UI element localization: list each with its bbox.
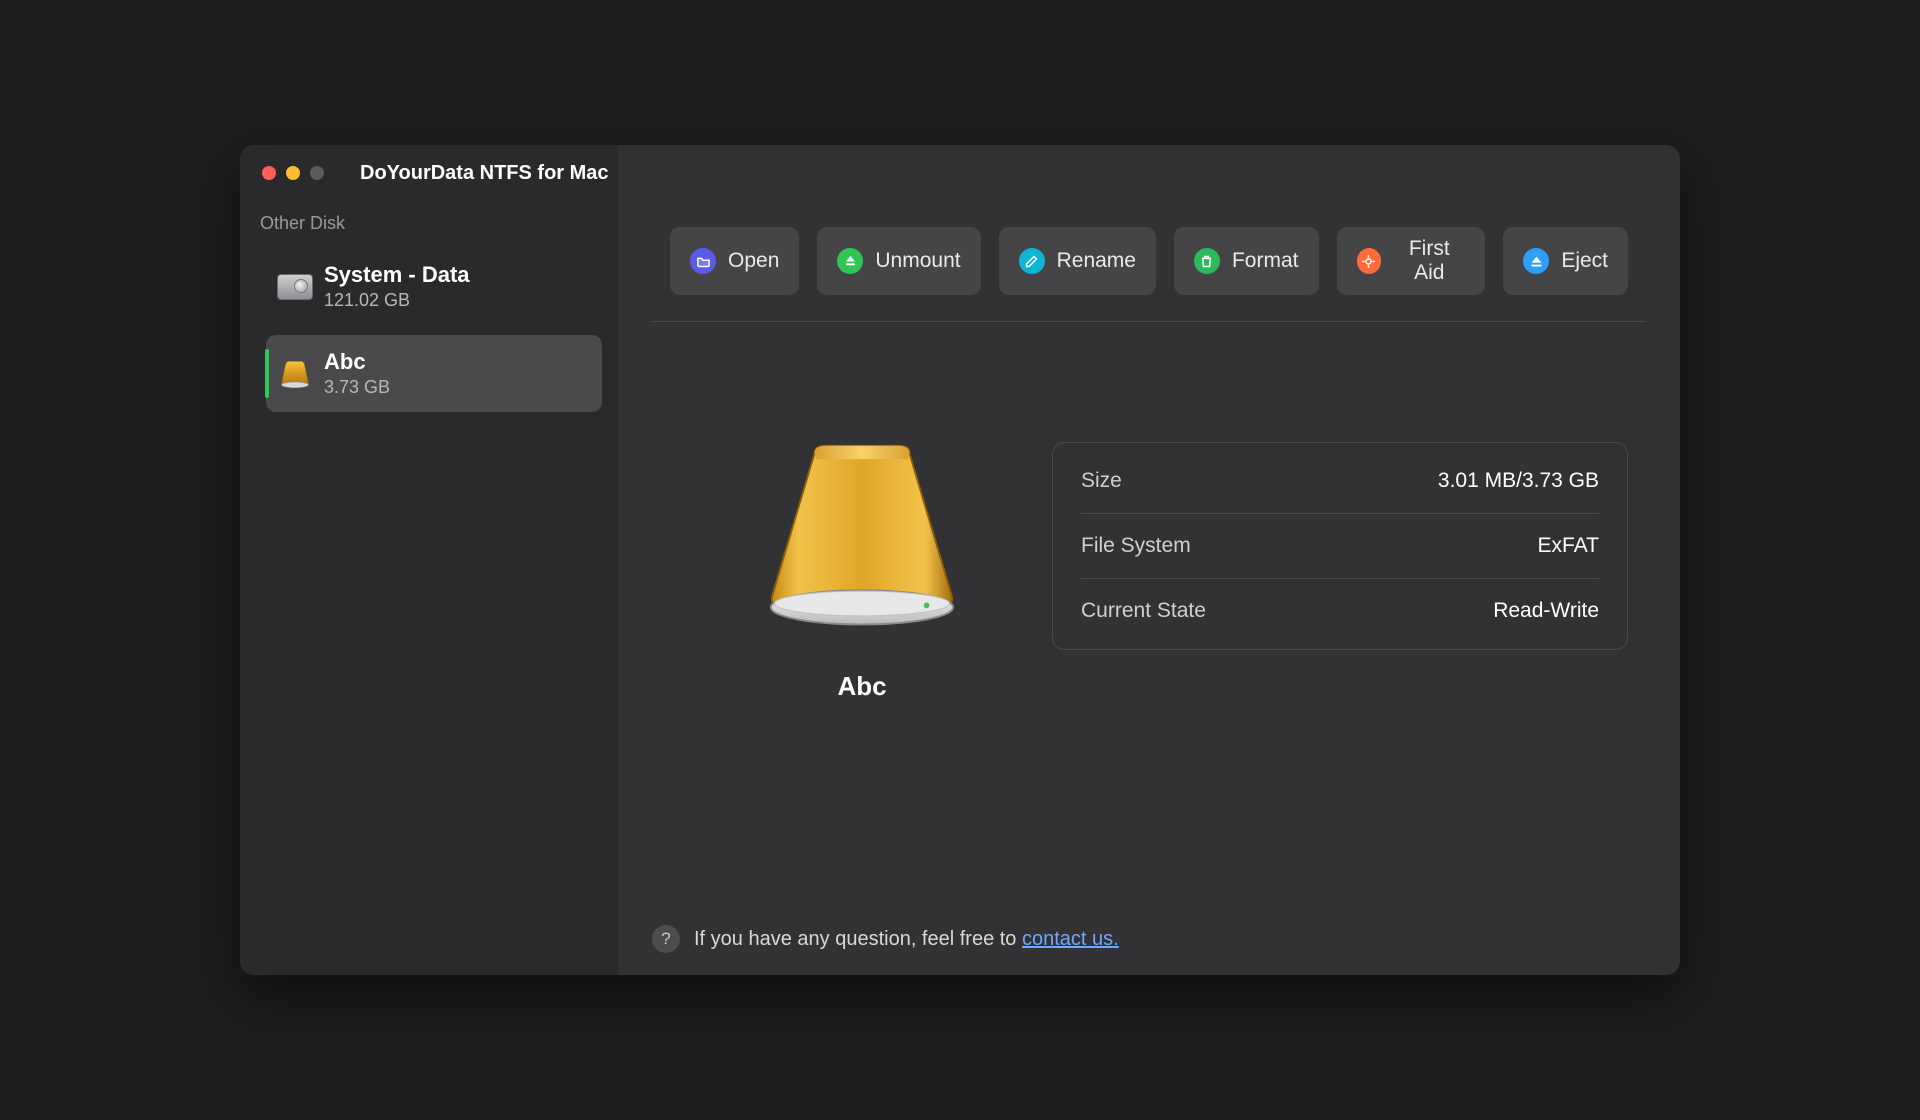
unmount-button[interactable]: Unmount xyxy=(817,227,980,295)
first-aid-icon xyxy=(1357,248,1382,274)
info-label: Size xyxy=(1081,469,1122,493)
detail-content: Abc Size 3.01 MB/3.73 GB File System ExF… xyxy=(652,322,1646,702)
close-window-button[interactable] xyxy=(262,166,276,180)
rename-button[interactable]: Rename xyxy=(999,227,1156,295)
drive-visual: Abc xyxy=(732,442,992,702)
button-label: Eject xyxy=(1561,249,1608,273)
info-label: File System xyxy=(1081,534,1191,558)
button-label: Unmount xyxy=(875,249,960,273)
format-button[interactable]: Format xyxy=(1174,227,1319,295)
drive-label: Abc xyxy=(837,671,886,702)
info-row-state: Current State Read-Write xyxy=(1081,579,1599,643)
sidebar: DoYourData NTFS for Mac Other Disk Syste… xyxy=(240,145,618,975)
button-label: Open xyxy=(728,249,779,273)
footer: ? If you have any question, feel free to… xyxy=(652,925,1646,953)
info-value: ExFAT xyxy=(1538,534,1599,558)
maximize-window-button[interactable] xyxy=(310,166,324,180)
internal-disk-icon xyxy=(277,274,313,300)
disk-name: Abc xyxy=(324,349,390,375)
open-button[interactable]: Open xyxy=(670,227,799,295)
unmount-icon xyxy=(837,248,863,274)
disk-size: 3.73 GB xyxy=(324,377,390,398)
first-aid-button[interactable]: First Aid xyxy=(1337,227,1486,295)
rename-icon xyxy=(1019,248,1045,274)
info-row-size: Size 3.01 MB/3.73 GB xyxy=(1081,449,1599,514)
button-label: Rename xyxy=(1057,249,1136,273)
info-row-filesystem: File System ExFAT xyxy=(1081,514,1599,579)
footer-text: If you have any question, feel free to c… xyxy=(694,928,1119,951)
info-value: 3.01 MB/3.73 GB xyxy=(1438,469,1599,493)
disk-size: 121.02 GB xyxy=(324,290,470,311)
footer-prompt: If you have any question, feel free to xyxy=(694,928,1022,950)
sidebar-item-system-data[interactable]: System - Data 121.02 GB xyxy=(266,248,602,325)
button-label: First Aid xyxy=(1393,237,1465,285)
minimize-window-button[interactable] xyxy=(286,166,300,180)
sidebar-section-label: Other Disk xyxy=(240,187,618,248)
external-disk-large-icon xyxy=(757,442,967,637)
folder-open-icon xyxy=(690,248,716,274)
app-title: DoYourData NTFS for Mac xyxy=(360,162,609,185)
help-icon[interactable]: ? xyxy=(652,925,680,953)
info-value: Read-Write xyxy=(1493,599,1599,623)
contact-us-link[interactable]: contact us. xyxy=(1022,928,1119,950)
toolbar: Open Unmount Rename Format xyxy=(652,195,1646,322)
eject-icon xyxy=(1523,248,1549,274)
sidebar-item-abc[interactable]: Abc 3.73 GB xyxy=(266,335,602,412)
info-panel: Size 3.01 MB/3.73 GB File System ExFAT C… xyxy=(1052,442,1628,650)
info-label: Current State xyxy=(1081,599,1206,623)
button-label: Format xyxy=(1232,249,1299,273)
disk-name: System - Data xyxy=(324,262,470,288)
external-disk-icon xyxy=(279,358,311,390)
format-icon xyxy=(1194,248,1220,274)
eject-button[interactable]: Eject xyxy=(1503,227,1628,295)
main-panel: Open Unmount Rename Format xyxy=(618,145,1680,975)
app-window: DoYourData NTFS for Mac Other Disk Syste… xyxy=(240,145,1680,975)
